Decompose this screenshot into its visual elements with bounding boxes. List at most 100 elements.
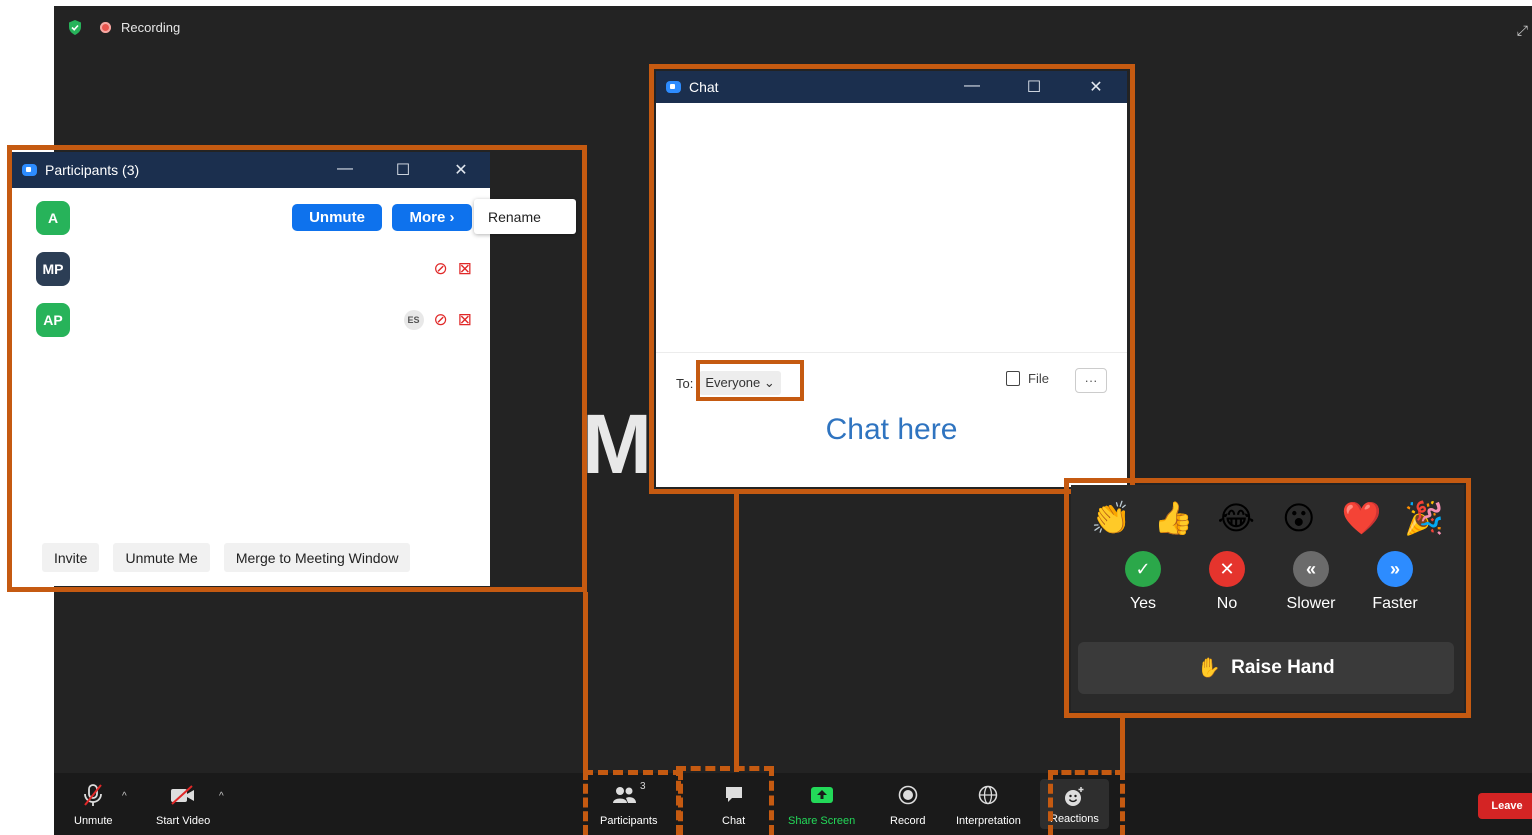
fast-forward-icon: »: [1377, 551, 1413, 587]
chat-button[interactable]: Chat: [722, 781, 745, 827]
check-icon: ✓: [1125, 551, 1161, 587]
party-emoji-button[interactable]: 🎉: [1402, 499, 1446, 537]
share-screen-button[interactable]: Share Screen: [788, 781, 855, 827]
laugh-emoji-button[interactable]: 😂: [1214, 499, 1258, 537]
video-off-icon: [170, 781, 196, 809]
chat-input-hint[interactable]: Chat here: [656, 413, 1127, 447]
chat-title-bar: Chat — ☐ ✕: [656, 71, 1127, 103]
faster-label: Faster: [1372, 595, 1418, 612]
connector-reactions: [1120, 716, 1125, 772]
recipient-dropdown[interactable]: Everyone ⌄: [699, 371, 781, 395]
mic-muted-icon: ⊘: [433, 258, 448, 278]
smile-icon: [1063, 783, 1085, 811]
shield-icon[interactable]: [68, 20, 82, 35]
minimize-icon[interactable]: —: [941, 77, 1003, 97]
reactions-label: Reactions: [1050, 813, 1099, 825]
participant-row-a[interactable]: A Unmute More ›: [12, 192, 490, 243]
globe-icon: [978, 781, 998, 809]
unmute-me-button[interactable]: Unmute Me: [113, 543, 210, 572]
chevron-down-icon: ⌄: [763, 375, 775, 390]
participants-button[interactable]: 3 Participants: [600, 781, 657, 827]
close-icon[interactable]: ✕: [432, 160, 490, 180]
chat-recipient-row: To: Everyone ⌄: [676, 371, 781, 395]
file-label: File: [1028, 371, 1049, 386]
raise-hand-button[interactable]: ✋ Raise Hand: [1078, 642, 1454, 694]
participant-row-mp[interactable]: MP ⊘ ⊠: [12, 243, 490, 294]
video-off-icon: ⊠: [457, 258, 472, 278]
start-video-button[interactable]: Start Video: [156, 781, 210, 827]
to-label: To:: [676, 375, 694, 391]
yes-button[interactable]: ✓ Yes: [1101, 551, 1185, 613]
chat-window: Chat — ☐ ✕ To: Everyone ⌄ File ··· Chat …: [656, 71, 1127, 487]
participant-row-ap[interactable]: AP ES ⊘ ⊠: [12, 294, 490, 345]
minimize-icon[interactable]: —: [316, 160, 374, 180]
interpretation-label: Interpretation: [956, 815, 1021, 827]
rename-menu-item[interactable]: Rename: [474, 199, 576, 234]
raise-hand-label: Raise Hand: [1231, 657, 1335, 678]
language-badge: ES: [403, 309, 424, 330]
maximize-icon[interactable]: ☐: [374, 160, 432, 180]
recipient-value: Everyone: [705, 375, 761, 390]
unmute-participant-button[interactable]: Unmute: [292, 204, 382, 231]
chat-title: Chat: [689, 79, 719, 95]
surprised-emoji-button[interactable]: 😮: [1277, 499, 1321, 537]
chat-icon: [724, 781, 744, 809]
zoom-logo-icon: [22, 164, 37, 176]
merge-window-button[interactable]: Merge to Meeting Window: [223, 543, 411, 572]
rewind-icon: «: [1293, 551, 1329, 587]
record-button[interactable]: Record: [890, 781, 925, 827]
fullscreen-icon[interactable]: ⤢: [1517, 22, 1528, 39]
record-icon: [898, 781, 918, 809]
record-label: Record: [890, 815, 926, 827]
chevron-up-icon[interactable]: ^: [219, 791, 224, 802]
meeting-toolbar: Unmute ^ Start Video ^ 3 Participants Ch…: [54, 773, 1532, 835]
reactions-panel: 👏 👍 😂 😮 ❤️ 🎉 ✓ Yes ✕ No « Slower » Faste…: [1071, 485, 1464, 711]
slower-label: Slower: [1286, 595, 1336, 612]
participants-title-bar: Participants (3) — ☐ ✕: [12, 152, 490, 188]
chevron-up-icon[interactable]: ^: [122, 791, 127, 802]
chat-label: Chat: [722, 815, 746, 827]
participants-icon: 3: [612, 781, 646, 809]
start-video-label: Start Video: [156, 815, 211, 827]
close-icon[interactable]: ✕: [1065, 77, 1127, 97]
status-bar: Recording: [68, 20, 180, 35]
slower-button[interactable]: « Slower: [1269, 551, 1353, 613]
file-button[interactable]: File: [1006, 371, 1049, 386]
file-icon: [1006, 371, 1021, 386]
invite-button[interactable]: Invite: [42, 543, 100, 572]
leave-button[interactable]: Leave: [1478, 793, 1532, 819]
video-off-icon: ⊠: [457, 309, 472, 329]
connector-chat: [734, 492, 739, 772]
hand-icon: ✋: [1197, 658, 1222, 679]
chat-more-button[interactable]: ···: [1075, 368, 1107, 393]
x-icon: ✕: [1209, 551, 1245, 587]
avatar: MP: [36, 251, 70, 286]
emoji-row: 👏 👍 😂 😮 ❤️ 🎉: [1071, 485, 1464, 537]
recording-icon: [100, 22, 111, 33]
unmute-button[interactable]: Unmute: [74, 781, 113, 827]
mic-muted-icon: ⊘: [433, 309, 448, 329]
participants-footer: Invite Unmute Me Merge to Meeting Window: [42, 543, 411, 572]
connector-participants: [583, 592, 588, 772]
mic-muted-icon: [82, 781, 104, 809]
participants-label: Participants: [600, 815, 658, 827]
share-screen-icon: [810, 781, 834, 809]
participants-window: Participants (3) — ☐ ✕ A Unmute More › M…: [12, 152, 490, 586]
clap-emoji-button[interactable]: 👏: [1089, 499, 1133, 537]
participants-count: 3: [639, 781, 646, 792]
avatar: AP: [36, 302, 70, 337]
feedback-row: ✓ Yes ✕ No « Slower » Faster: [1071, 537, 1464, 613]
chat-messages-area[interactable]: [656, 103, 1127, 353]
heart-emoji-button[interactable]: ❤️: [1339, 499, 1383, 537]
recording-label: Recording: [121, 20, 181, 35]
thumbs-up-emoji-button[interactable]: 👍: [1152, 499, 1196, 537]
faster-button[interactable]: » Faster: [1353, 551, 1437, 613]
no-button[interactable]: ✕ No: [1185, 551, 1269, 613]
maximize-icon[interactable]: ☐: [1003, 77, 1065, 97]
zoom-logo-icon: [666, 81, 681, 93]
more-button[interactable]: More ›: [392, 204, 472, 231]
share-screen-label: Share Screen: [788, 815, 856, 827]
no-label: No: [1216, 595, 1238, 612]
interpretation-button[interactable]: Interpretation: [956, 781, 1021, 827]
reactions-button[interactable]: Reactions: [1040, 779, 1109, 829]
